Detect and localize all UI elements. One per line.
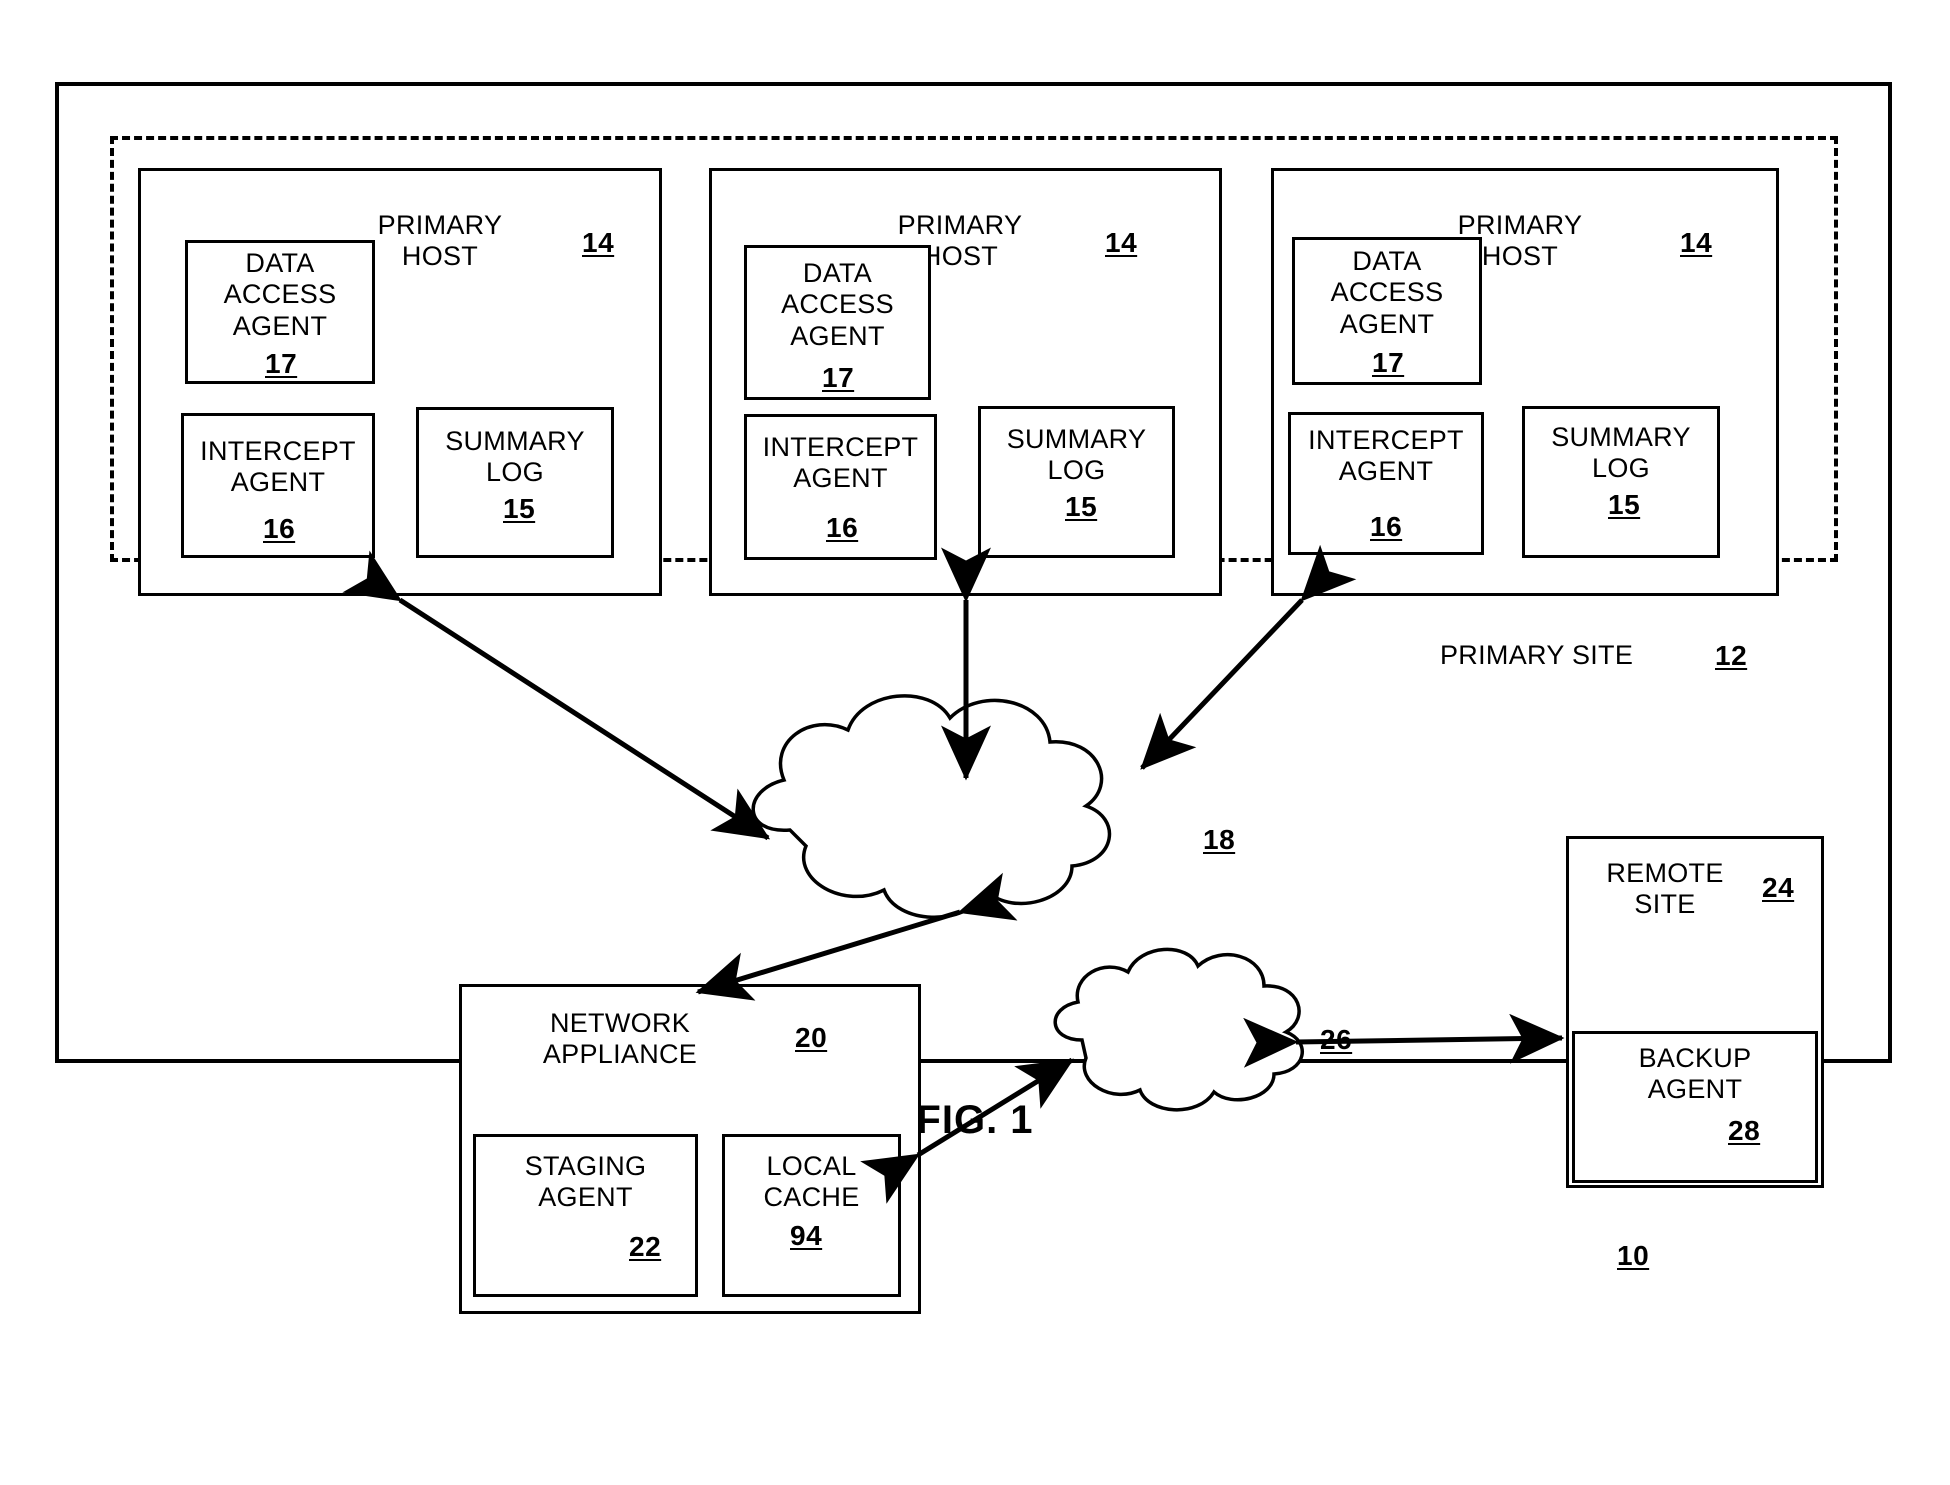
system-ref-10: 10 bbox=[1617, 1240, 1650, 1271]
lan-man-label: LAN/MAN bbox=[968, 826, 1092, 856]
data-access-agent-1-label: DATA ACCESS AGENT bbox=[223, 248, 337, 341]
primary-site-ref: 12 bbox=[1715, 640, 1748, 671]
primary-host-3-ref: 14 bbox=[1680, 227, 1713, 258]
primary-site-label: PRIMARY SITE bbox=[1440, 640, 1634, 670]
summary-log-2-label: SUMMARY LOG bbox=[1006, 424, 1147, 486]
local-cache-ref: 94 bbox=[790, 1220, 823, 1251]
data-access-agent-1-ref: 17 bbox=[265, 348, 298, 379]
summary-log-2-ref: 15 bbox=[1065, 491, 1098, 522]
data-access-agent-2-label: DATA ACCESS AGENT bbox=[781, 258, 894, 351]
intercept-agent-2-ref: 16 bbox=[826, 512, 859, 543]
lan-man-ref: 18 bbox=[1203, 824, 1236, 855]
intercept-agent-3-label: INTERCEPT AGENT bbox=[1308, 425, 1464, 487]
network-appliance-title: NETWORK APPLIANCE bbox=[542, 1008, 698, 1070]
local-cache-label: LOCAL CACHE bbox=[763, 1151, 860, 1213]
intercept-agent-1-ref: 16 bbox=[263, 513, 296, 544]
patent-figure-page: PRIMARY SITE 12 PRIMARY HOST 14 DATA ACC… bbox=[0, 0, 1950, 1485]
summary-log-1-label: SUMMARY LOG bbox=[445, 426, 585, 488]
data-access-agent-2-ref: 17 bbox=[822, 362, 855, 393]
data-access-agent-3-ref: 17 bbox=[1372, 347, 1405, 378]
remote-site-title: REMOTE SITE bbox=[1606, 858, 1724, 920]
intercept-agent-2-label: INTERCEPT AGENT bbox=[762, 432, 919, 494]
wan-label: WAN bbox=[1183, 1027, 1247, 1057]
primary-host-2-ref: 14 bbox=[1105, 227, 1138, 258]
network-appliance-ref: 20 bbox=[795, 1022, 828, 1053]
summary-log-1-ref: 15 bbox=[503, 493, 536, 524]
remote-site-ref: 24 bbox=[1762, 872, 1795, 903]
intercept-agent-1-label: INTERCEPT AGENT bbox=[200, 436, 356, 498]
primary-host-1-ref: 14 bbox=[582, 227, 615, 258]
wan-ref: 26 bbox=[1320, 1024, 1353, 1055]
backup-agent-label: BACKUP AGENT bbox=[1638, 1043, 1752, 1105]
staging-agent-label: STAGING AGENT bbox=[524, 1151, 647, 1213]
summary-log-3-ref: 15 bbox=[1608, 489, 1641, 520]
data-access-agent-3-label: DATA ACCESS AGENT bbox=[1330, 246, 1444, 339]
summary-log-3-label: SUMMARY LOG bbox=[1551, 422, 1691, 484]
figure-caption: FIG. 1 bbox=[916, 1098, 1034, 1142]
intercept-agent-3-ref: 16 bbox=[1370, 511, 1403, 542]
staging-agent-ref: 22 bbox=[629, 1231, 662, 1262]
